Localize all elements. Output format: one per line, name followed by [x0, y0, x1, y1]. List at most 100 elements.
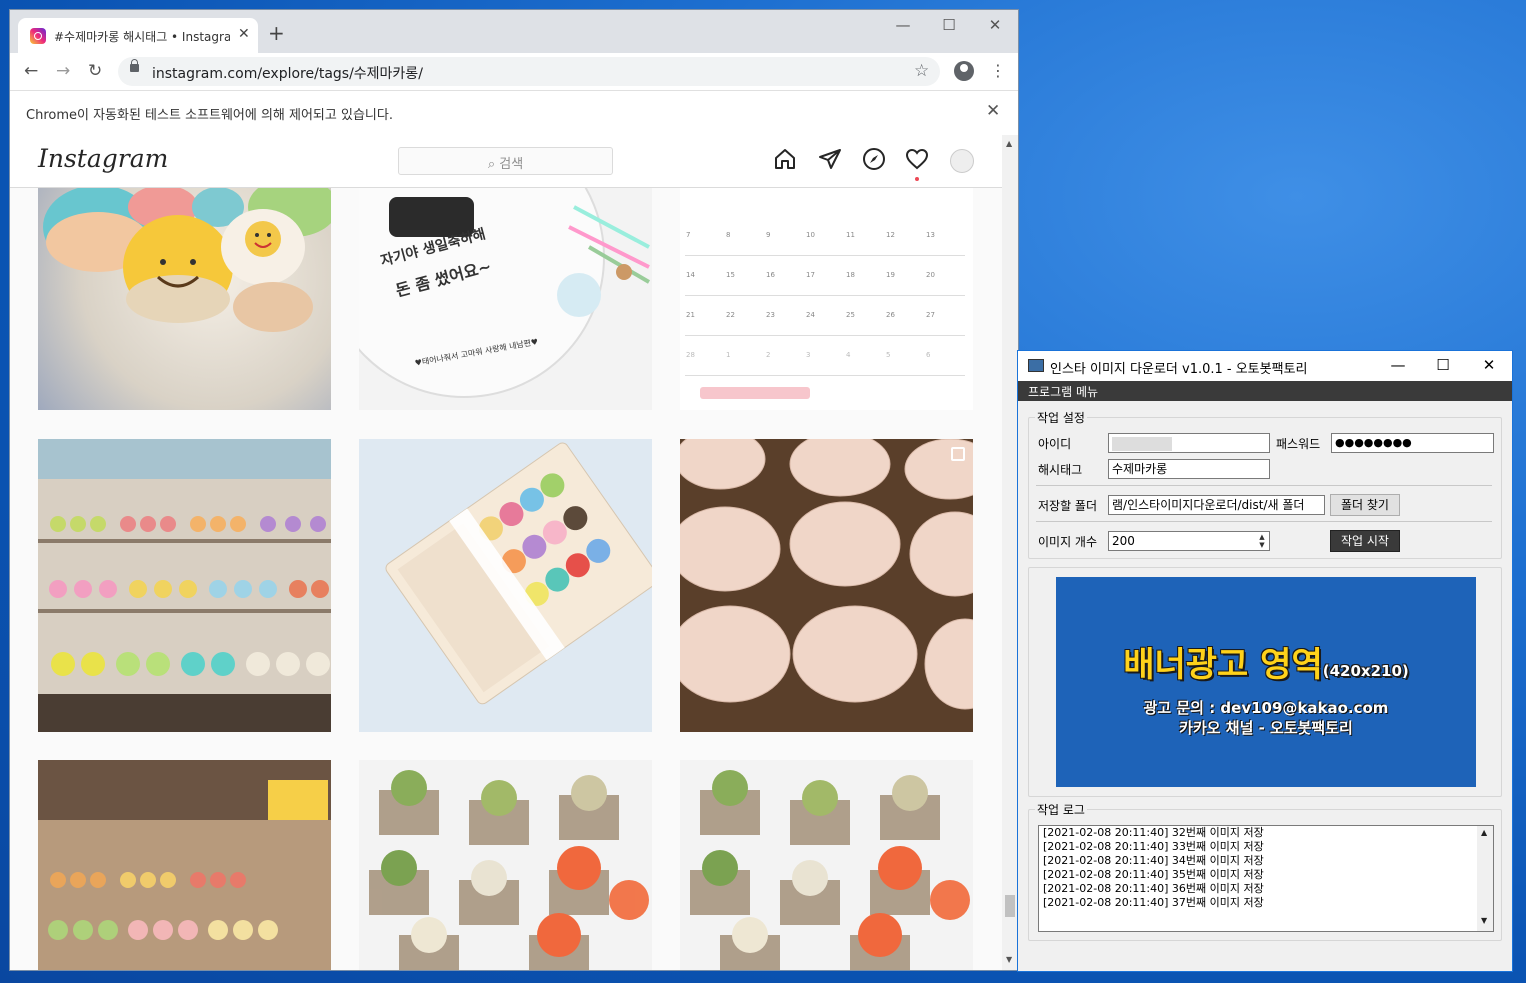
folder-browse-button[interactable]: 폴더 찾기	[1330, 494, 1400, 516]
divider	[1036, 485, 1492, 486]
home-icon[interactable]	[773, 147, 797, 171]
page-viewport[interactable]: Instagram ⌕ 검색 자기야 생일축하해 돈 좀 썼어요~ ♥태어나줘서…	[10, 135, 1002, 970]
app-titlebar: 인스타 이미지 다운로더 v1.0.1 - 오토봇팩토리 — ☐ ✕	[1018, 351, 1512, 381]
log-scroll-down-icon[interactable]: ▼	[1481, 916, 1487, 925]
count-label: 이미지 개수	[1038, 535, 1098, 549]
calendar-cell: 6	[926, 351, 931, 359]
log-line: [2021-02-08 20:11:40] 36번째 이미지 저장	[1043, 882, 1264, 895]
id-field[interactable]	[1108, 433, 1270, 453]
ad-banner[interactable]: 배너광고 영역(420x210) 광고 문의 : dev109@kakao.co…	[1056, 577, 1476, 787]
address-bar[interactable]: instagram.com/explore/tags/수제마카롱/ ☆	[118, 57, 940, 86]
calendar-cell: 22	[726, 311, 735, 319]
url-text[interactable]: instagram.com/explore/tags/수제마카롱/	[152, 63, 423, 83]
log-scrollbar[interactable]: ▲ ▼	[1477, 826, 1493, 931]
instagram-logo[interactable]: Instagram	[38, 144, 168, 173]
automation-infobar: Chrome이 자동화된 테스트 소프트웨어에 의해 제어되고 있습니다. ✕	[10, 90, 1018, 136]
tab-title: #수제마카롱 해시태그 • Instagram	[54, 30, 230, 44]
multi-image-icon	[951, 447, 965, 461]
log-line: [2021-02-08 20:11:40] 32번째 이미지 저장	[1043, 826, 1264, 839]
app-menubar: 프로그램 메뉴	[1018, 381, 1512, 401]
post-macaron-ribbon-boxes-1[interactable]	[359, 760, 652, 970]
calendar-cell: 26	[886, 311, 895, 319]
scroll-up-icon[interactable]: ▲	[1006, 139, 1012, 148]
start-button[interactable]: 작업 시작	[1330, 530, 1400, 552]
macaron-illustration	[43, 187, 331, 332]
id-redacted	[1112, 436, 1172, 451]
tab-close-icon[interactable]: ✕	[238, 26, 250, 42]
folder-label: 저장할 폴더	[1038, 499, 1098, 513]
calendar-cell: 20	[926, 271, 935, 279]
reload-icon[interactable]: ↻	[88, 61, 102, 81]
maximize-icon[interactable]: ☐	[934, 16, 964, 34]
calendar-cell: 9	[766, 230, 771, 239]
calendar-cell: 15	[726, 271, 735, 279]
post-macaron-shells[interactable]	[680, 439, 973, 732]
calendar-cell: 2	[766, 351, 771, 359]
password-label: 패스워드	[1276, 437, 1321, 451]
calendar-cell: 12	[886, 230, 895, 239]
calendar-cell: 16	[766, 271, 775, 279]
activity-heart-icon[interactable]	[905, 147, 929, 171]
chrome-window: #수제마카롱 해시태그 • Instagram ✕ + — ☐ ✕ ← → ↻ …	[10, 10, 1018, 970]
hashtag-field[interactable]: 수제마카롱	[1108, 459, 1270, 479]
password-field[interactable]: ●●●●●●●●	[1331, 433, 1494, 453]
calendar-cell: 25	[846, 311, 855, 319]
close-window-icon[interactable]: ✕	[980, 16, 1010, 34]
calendar-cell: 3	[806, 351, 811, 359]
profile-icon[interactable]	[954, 61, 974, 81]
log-scroll-up-icon[interactable]: ▲	[1481, 828, 1487, 837]
post-macaron-display-case[interactable]	[38, 439, 331, 732]
new-tab-icon[interactable]: +	[268, 23, 285, 43]
explore-compass-icon[interactable]	[862, 147, 886, 171]
post-macaron-shop[interactable]	[38, 760, 331, 970]
display-case-illustration	[38, 439, 331, 732]
lock-icon	[130, 59, 139, 72]
back-icon[interactable]: ←	[24, 61, 38, 81]
calendar-cell: 18	[846, 271, 855, 279]
ribbon-boxes-illustration	[369, 770, 649, 970]
forward-icon[interactable]: →	[56, 61, 70, 81]
spinner-arrows-icon[interactable]: ▲ ▼	[1257, 533, 1267, 549]
minimize-icon[interactable]: —	[888, 16, 918, 34]
post-birthday-cake[interactable]: 자기야 생일축하해 돈 좀 썼어요~ ♥태어나줘서 고마워 사랑해 내남편♥	[359, 187, 652, 410]
log-line: [2021-02-08 20:11:40] 35번째 이미지 저장	[1043, 868, 1264, 881]
id-label: 아이디	[1038, 437, 1072, 451]
banner-headline: 배너광고 영역(420x210)	[1056, 637, 1476, 686]
search-input[interactable]: ⌕ 검색	[398, 147, 613, 175]
app-close-icon[interactable]: ✕	[1469, 356, 1509, 374]
calendar-cell: 1	[726, 351, 731, 359]
log-textbox[interactable]: [2021-02-08 20:11:40] 32번째 이미지 저장 [2021-…	[1038, 825, 1494, 932]
browser-tab[interactable]: #수제마카롱 해시태그 • Instagram ✕	[18, 18, 258, 53]
macaron-shells-illustration	[680, 439, 973, 710]
banner-channel: 카카오 채널 - 오토봇팩토리	[1179, 719, 1353, 737]
post-macaron-gift-box[interactable]	[359, 439, 652, 732]
calendar-tab	[700, 387, 810, 399]
infobar-close-icon[interactable]: ✕	[986, 101, 1000, 121]
post-macaron-faces[interactable]	[38, 187, 331, 410]
banner-contact: 광고 문의 : dev109@kakao.com	[1143, 699, 1389, 717]
calendar-cell: 19	[886, 271, 895, 279]
banner-headline-text: 배너광고 영역	[1123, 645, 1323, 685]
divider	[1036, 521, 1492, 522]
scroll-down-icon[interactable]: ▼	[1006, 955, 1012, 964]
avatar[interactable]	[950, 149, 974, 173]
scroll-thumb[interactable]	[1005, 895, 1015, 917]
direct-message-icon[interactable]	[818, 147, 842, 171]
menu-kebab-icon[interactable]: ⋮	[990, 61, 1006, 81]
folder-field[interactable]: 램/인스타이미지다운로더/dist/새 폴더	[1108, 495, 1325, 515]
calendar-cell: 4	[846, 351, 851, 359]
hashtag-label: 해시태그	[1038, 463, 1083, 477]
menu-program[interactable]: 프로그램 메뉴	[1028, 383, 1098, 400]
calendar-cell: 14	[686, 271, 695, 279]
app-minimize-icon[interactable]: —	[1378, 356, 1418, 374]
app-title: 인스타 이미지 다운로더 v1.0.1 - 오토봇팩토리	[1050, 362, 1308, 377]
app-maximize-icon[interactable]: ☐	[1423, 356, 1463, 374]
notification-dot	[915, 177, 919, 181]
calendar-cell: 10	[806, 230, 815, 239]
count-stepper[interactable]: 200 ▲ ▼	[1108, 531, 1270, 551]
bookmark-star-icon[interactable]: ☆	[914, 61, 929, 81]
gift-box-illustration	[385, 442, 652, 705]
post-calendar[interactable]: 7 8 9 10 11 12 13 14 15 16 17 18 19 20 21 22 23 24 25 26 2…	[680, 187, 973, 410]
page-scrollbar[interactable]: ▲ ▼	[1002, 135, 1018, 970]
post-macaron-ribbon-boxes-2[interactable]	[680, 760, 973, 970]
